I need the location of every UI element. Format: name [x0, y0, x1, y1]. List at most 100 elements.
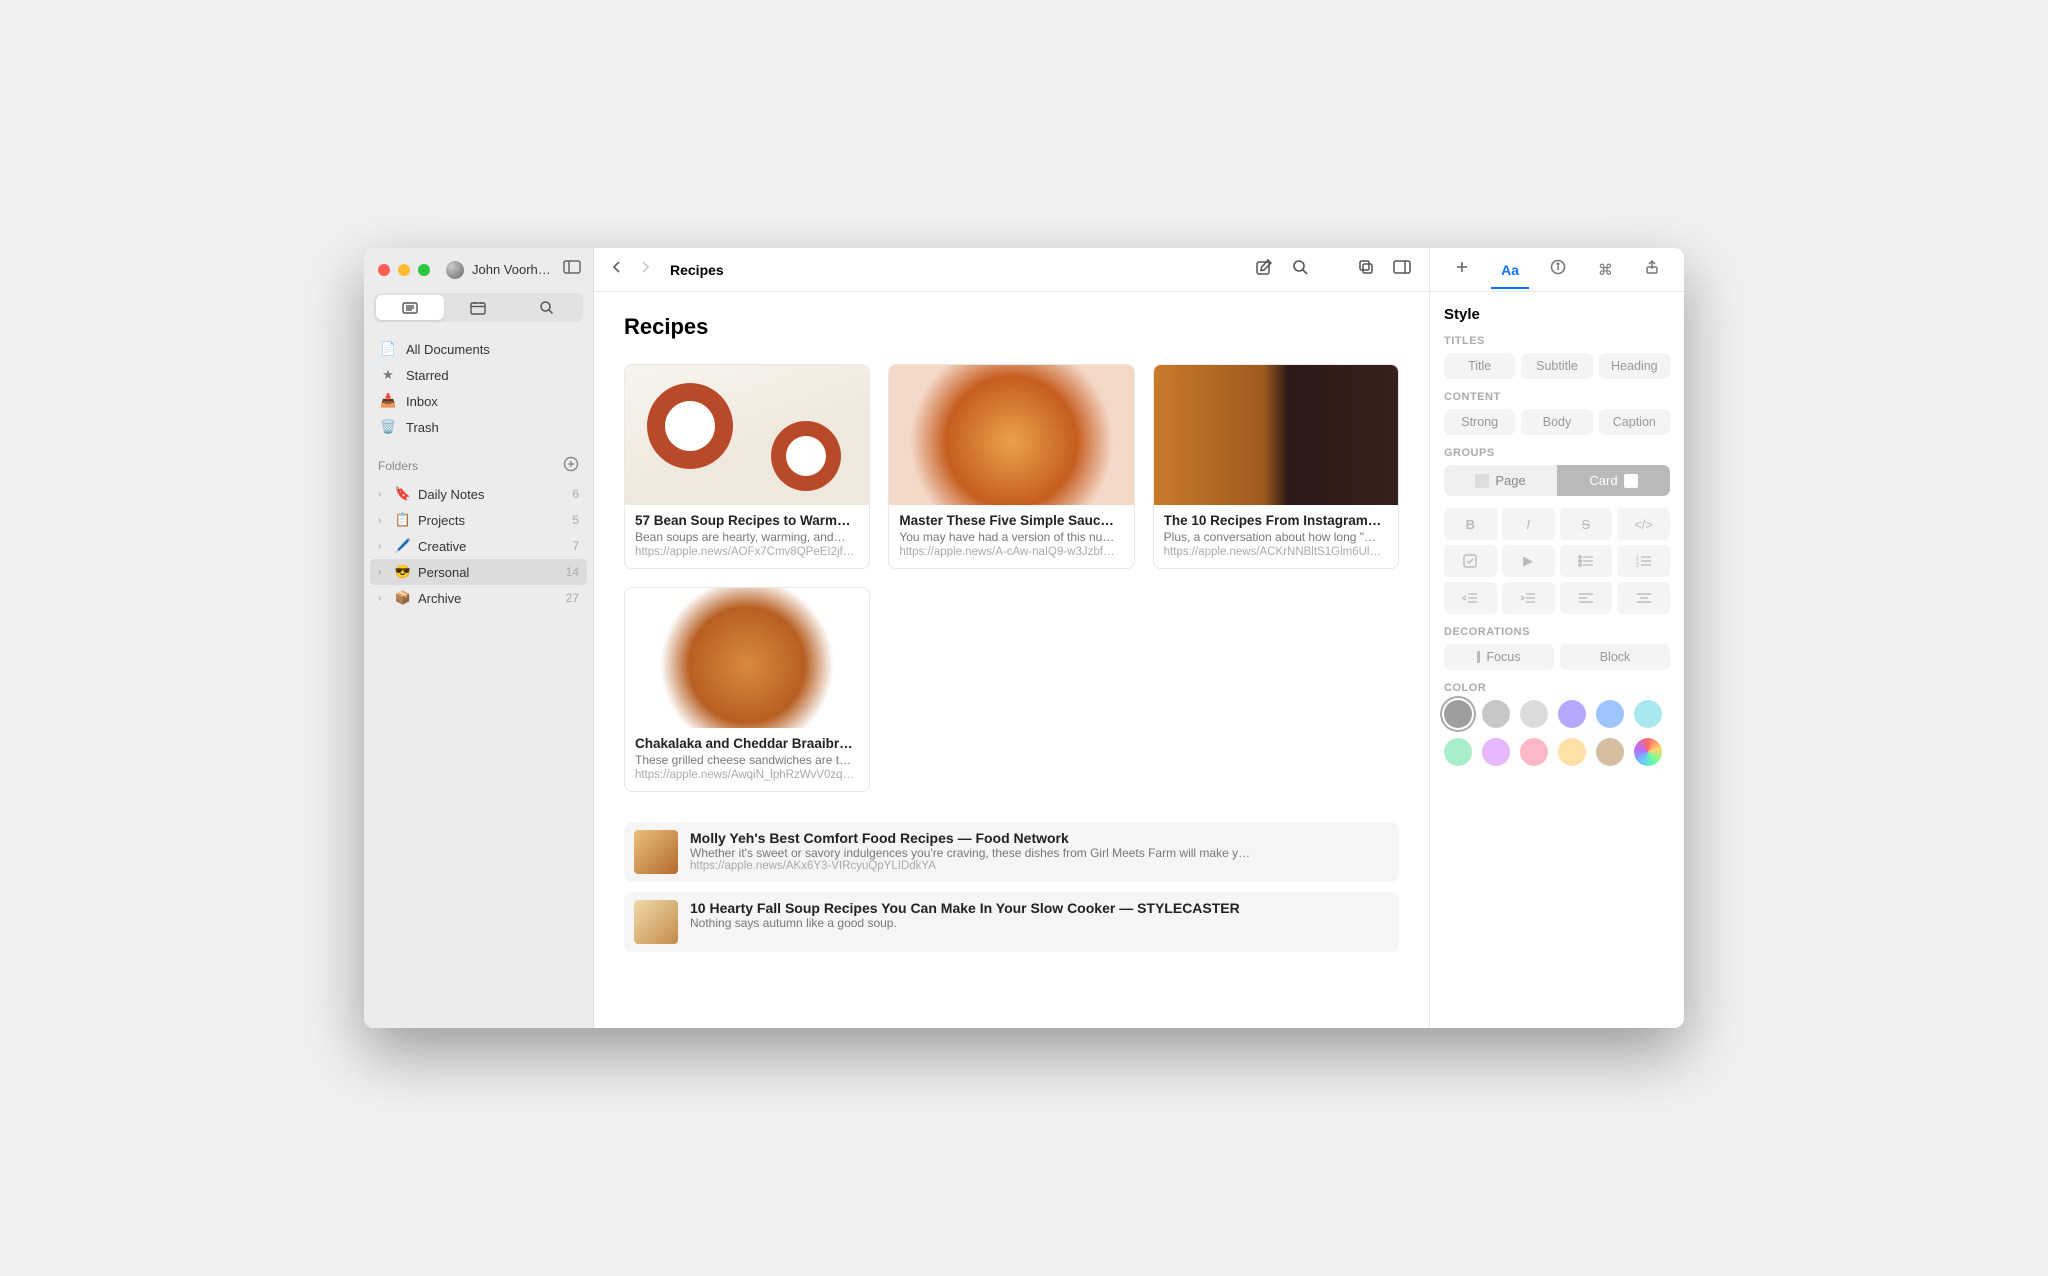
minimize-window-button[interactable]: [398, 264, 410, 276]
folder-count: 14: [566, 565, 579, 579]
app-window: John Voorhe… 📄All Documents ★ Starred 📥In…: [364, 248, 1684, 1028]
compose-button[interactable]: [1251, 254, 1277, 285]
search-button[interactable]: [1287, 254, 1313, 285]
style-tab[interactable]: Aa: [1495, 252, 1525, 288]
calendar-view-tab[interactable]: [444, 295, 512, 320]
folder-count: 6: [572, 487, 579, 501]
recipe-card[interactable]: 57 Bean Soup Recipes to Warm… Bean soups…: [624, 364, 870, 569]
color-swatch[interactable]: [1520, 700, 1548, 728]
folder-emoji-icon: 😎: [394, 564, 412, 580]
chevron-right-icon: ›: [378, 515, 388, 526]
info-tab[interactable]: [1544, 249, 1572, 290]
user-name: John Voorhe…: [472, 262, 555, 277]
add-folder-button[interactable]: [563, 456, 579, 475]
nav-starred[interactable]: ★ Starred: [372, 362, 585, 388]
checkbox-button[interactable]: [1444, 545, 1497, 577]
folder-count: 5: [572, 513, 579, 527]
recipe-card[interactable]: Chakalaka and Cheddar Braaibr… These gri…: [624, 587, 870, 792]
focus-decoration-button[interactable]: Focus: [1444, 644, 1554, 670]
color-label: Color: [1444, 682, 1670, 694]
color-swatch[interactable]: [1520, 738, 1548, 766]
color-swatch[interactable]: [1482, 738, 1510, 766]
align-left-button[interactable]: [1560, 582, 1613, 614]
share-tab[interactable]: [1638, 249, 1666, 290]
strong-style-button[interactable]: Strong: [1444, 409, 1515, 435]
style-heading: Style: [1444, 306, 1670, 323]
nav-trash[interactable]: 🗑️Trash: [372, 414, 585, 440]
folder-emoji-icon: 🔖: [394, 486, 412, 502]
list-title: Molly Yeh's Best Comfort Food Recipes — …: [690, 830, 1389, 846]
search-tab[interactable]: [513, 295, 581, 320]
list-view-tab[interactable]: [376, 295, 444, 320]
titles-label: Titles: [1444, 335, 1670, 347]
folder-item[interactable]: › 😎 Personal 14: [370, 559, 587, 585]
user-avatar[interactable]: [446, 261, 464, 279]
page-title: Recipes: [624, 314, 1399, 340]
svg-text:3: 3: [1636, 563, 1639, 567]
color-swatch[interactable]: [1596, 738, 1624, 766]
bullet-list-button[interactable]: [1560, 545, 1613, 577]
recipe-card[interactable]: The 10 Recipes From Instagram… Plus, a c…: [1153, 364, 1399, 569]
folder-emoji-icon: 📋: [394, 512, 412, 528]
card-title: Chakalaka and Cheddar Braaibr…: [635, 736, 859, 751]
card-group-button[interactable]: Card: [1557, 465, 1670, 496]
color-swatch[interactable]: [1444, 700, 1472, 728]
shortcuts-tab[interactable]: ⌘: [1592, 251, 1619, 289]
subtitle-style-button[interactable]: Subtitle: [1521, 353, 1592, 379]
indent-button[interactable]: [1502, 582, 1555, 614]
star-icon: ★: [380, 367, 396, 383]
body-style-button[interactable]: Body: [1521, 409, 1592, 435]
folder-label: Daily Notes: [418, 487, 484, 502]
link-list-item[interactable]: Molly Yeh's Best Comfort Food Recipes — …: [624, 822, 1399, 882]
forward-button[interactable]: [636, 258, 654, 281]
link-list-item[interactable]: 10 Hearty Fall Soup Recipes You Can Make…: [624, 892, 1399, 952]
caption-style-button[interactable]: Caption: [1599, 409, 1670, 435]
back-button[interactable]: [608, 258, 626, 281]
color-swatch[interactable]: [1558, 738, 1586, 766]
italic-button[interactable]: I: [1502, 508, 1555, 540]
heading-style-button[interactable]: Heading: [1599, 353, 1670, 379]
title-style-button[interactable]: Title: [1444, 353, 1515, 379]
duplicate-button[interactable]: [1353, 254, 1379, 285]
outdent-button[interactable]: [1444, 582, 1497, 614]
sidebar-toggle-icon[interactable]: [563, 260, 581, 279]
color-swatch[interactable]: [1558, 700, 1586, 728]
sidebar: John Voorhe… 📄All Documents ★ Starred 📥In…: [364, 248, 594, 1028]
card-image: [1154, 365, 1398, 505]
page-group-button[interactable]: Page: [1444, 465, 1557, 496]
numbered-list-button[interactable]: 123: [1617, 545, 1670, 577]
folder-label: Archive: [418, 591, 461, 606]
color-swatch[interactable]: [1596, 700, 1624, 728]
toolbar-title: Recipes: [670, 262, 724, 278]
inspector-toggle-button[interactable]: [1389, 256, 1415, 283]
folder-item[interactable]: › 🖊️ Creative 7: [370, 533, 587, 559]
align-center-button[interactable]: [1617, 582, 1670, 614]
content: Recipes 57 Bean Soup Recipes to Warm… Be…: [594, 292, 1429, 1028]
bold-button[interactable]: B: [1444, 508, 1497, 540]
close-window-button[interactable]: [378, 264, 390, 276]
folder-label: Personal: [418, 565, 469, 580]
nav-inbox[interactable]: 📥Inbox: [372, 388, 585, 414]
folder-item[interactable]: › 📋 Projects 5: [370, 507, 587, 533]
folder-item[interactable]: › 📦 Archive 27: [370, 585, 587, 611]
code-button[interactable]: </>: [1617, 508, 1670, 540]
link-list: Molly Yeh's Best Comfort Food Recipes — …: [624, 822, 1399, 952]
folder-count: 27: [566, 591, 579, 605]
inspector-tabs: Aa ⌘: [1430, 248, 1684, 292]
nav-label: Starred: [406, 368, 449, 383]
fullscreen-window-button[interactable]: [418, 264, 430, 276]
recipe-card[interactable]: Master These Five Simple Sauc… You may h…: [888, 364, 1134, 569]
color-swatch[interactable]: [1444, 738, 1472, 766]
folder-label: Creative: [418, 539, 466, 554]
card-url: https://apple.news/AwqiN_lphRzWvV0zqx…: [635, 769, 859, 781]
multicolor-swatch[interactable]: [1634, 738, 1662, 766]
nav-all-documents[interactable]: 📄All Documents: [372, 336, 585, 362]
card-group-label: Card: [1589, 473, 1617, 488]
add-tab[interactable]: [1448, 249, 1476, 290]
play-button[interactable]: ▶: [1502, 545, 1555, 577]
color-swatch[interactable]: [1634, 700, 1662, 728]
strikethrough-button[interactable]: S: [1560, 508, 1613, 540]
color-swatch[interactable]: [1482, 700, 1510, 728]
folder-item[interactable]: › 🔖 Daily Notes 6: [370, 481, 587, 507]
block-decoration-button[interactable]: Block: [1560, 644, 1670, 670]
